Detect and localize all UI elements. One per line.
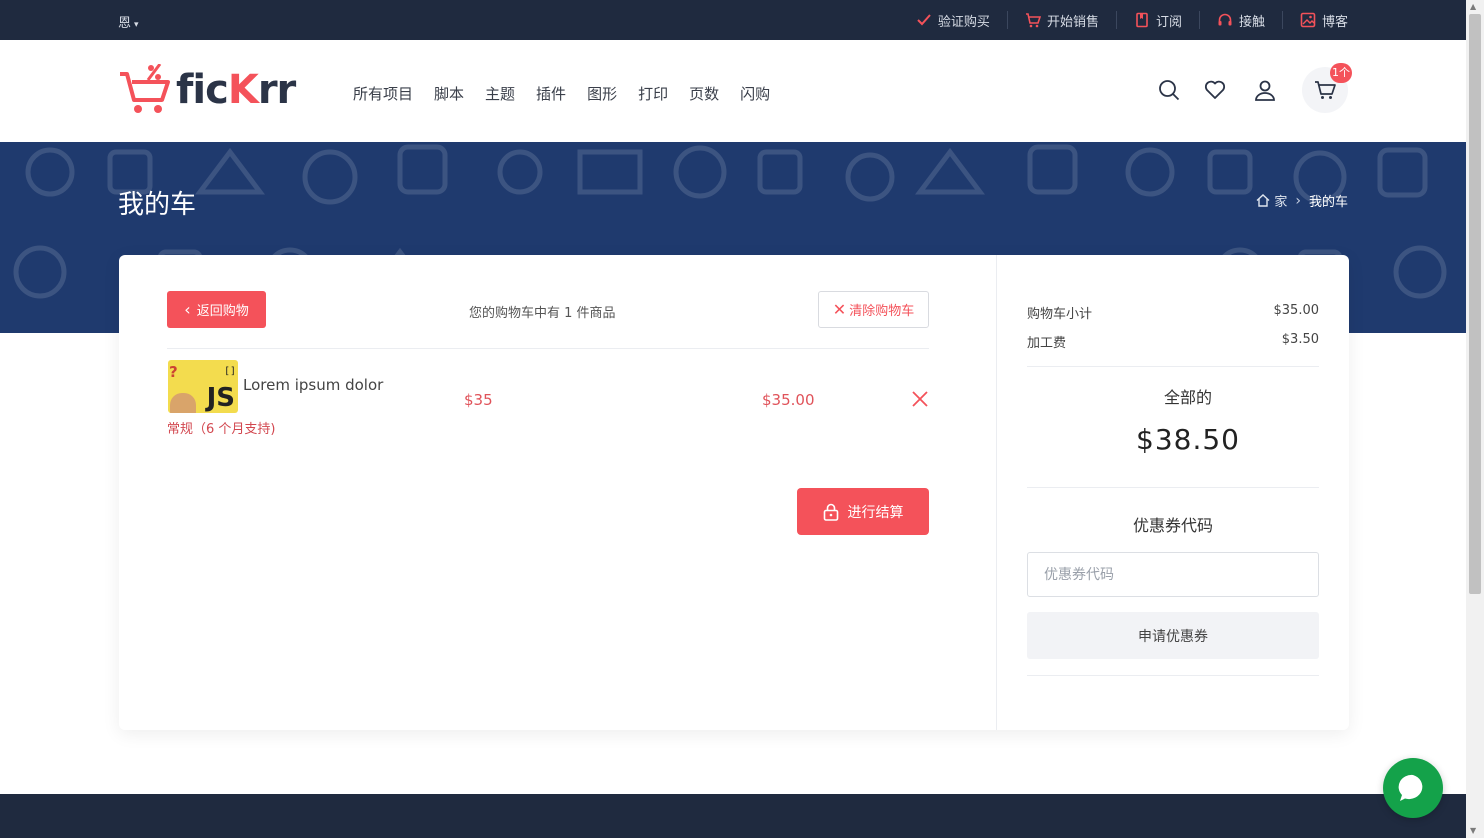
nav-print[interactable]: 打印 (638, 83, 668, 104)
cart-card: ‹ 返回购物 您的购物车中有 1 件商品 ✕ 清除购物车 ? [] JS Lor… (119, 255, 1349, 730)
cart-icon (1025, 13, 1041, 28)
item-thumbnail-label: JS (206, 383, 235, 413)
cart-count-text: 您的购物车中有 1 件商品 (469, 306, 616, 321)
remove-item-icon[interactable] (910, 389, 930, 409)
image-icon (1300, 12, 1316, 28)
caret-down-icon: ▾ (134, 20, 139, 30)
scroll-up-icon[interactable]: ▲ (1470, 2, 1476, 11)
nav-scripts[interactable]: 脚本 (434, 83, 464, 104)
header-actions: 1个 (1136, 63, 1352, 113)
main-nav: 所有项目 脚本 主题 插件 图形 打印 页数 闪购 (353, 83, 791, 104)
nav-plugins[interactable]: 插件 (536, 83, 566, 104)
fee-value: $3.50 (1281, 332, 1319, 347)
top-link-start-selling[interactable]: 开始销售 (1006, 11, 1116, 30)
total-label: 全部的 (1163, 388, 1212, 407)
chevron-left-icon: ‹ (184, 300, 191, 319)
heart-icon[interactable] (1202, 77, 1228, 103)
search-icon[interactable] (1156, 77, 1182, 103)
checkout-button[interactable]: 进行结算 (797, 488, 929, 535)
cart-button[interactable]: 1个 (1302, 63, 1352, 113)
clear-cart-button[interactable]: ✕ 清除购物车 (818, 291, 929, 328)
cart-count-badge: 1个 (1330, 63, 1352, 83)
item-price: $35 (464, 391, 493, 409)
bookmark-icon (1136, 12, 1148, 28)
breadcrumb-home[interactable]: 家 (1256, 191, 1287, 210)
subtotal-label: 购物车小计 (1027, 307, 1093, 322)
apply-coupon-button[interactable]: 申请优惠券 (1027, 612, 1319, 659)
page-title: 我的车 (118, 190, 197, 220)
divider (1027, 675, 1319, 676)
coupon-title: 优惠券代码 (1132, 516, 1213, 535)
coupon-input[interactable] (1027, 552, 1319, 597)
chevron-right-icon: › (1295, 192, 1301, 209)
top-link-label: 博客 (1321, 14, 1348, 30)
clear-cart-label: 清除购物车 (849, 304, 915, 319)
top-link-subscribe[interactable]: 订阅 (1115, 11, 1199, 30)
item-thumbnail[interactable]: ? [] JS (168, 360, 238, 413)
nav-graphics[interactable]: 图形 (587, 83, 617, 104)
subtotal-value: $35.00 (1273, 303, 1320, 318)
check-icon (917, 14, 931, 26)
top-link-label: 接触 (1238, 14, 1265, 30)
top-link-label: 开始销售 (1046, 14, 1099, 30)
site-footer (0, 794, 1466, 838)
divider (1027, 487, 1319, 488)
item-license: 常规（6 个月支持) (167, 422, 276, 437)
chat-button[interactable] (1383, 758, 1443, 818)
divider (167, 348, 929, 349)
fee-row: 加工费 $3.50 (1027, 332, 1319, 351)
site-header: ficKrr 所有项目 脚本 主题 插件 图形 打印 页数 闪购 1个 (0, 40, 1466, 142)
back-to-shop-label: 返回购物 (196, 304, 249, 319)
top-link-blog[interactable]: 博客 (1281, 11, 1348, 30)
breadcrumb-current: 我的车 (1308, 195, 1348, 210)
total-value: $38.50 (1136, 423, 1240, 456)
top-link-label: 订阅 (1155, 14, 1182, 30)
scroll-down-icon[interactable]: ▼ (1470, 826, 1476, 835)
top-link-verify-purchase[interactable]: 验证购买 (899, 11, 1007, 30)
top-links: 验证购买 开始销售 订阅 接触 博客 (899, 0, 1348, 40)
top-link-contact[interactable]: 接触 (1198, 11, 1282, 30)
subtotal-row: 购物车小计 $35.00 (1027, 303, 1319, 322)
order-summary-panel: 购物车小计 $35.00 加工费 $3.50 全部的 $38.50 优惠券代码 … (997, 255, 1349, 730)
logo-cart-icon (120, 64, 170, 113)
nav-flash-sale[interactable]: 闪购 (740, 83, 770, 104)
lock-icon (823, 503, 838, 521)
divider (1027, 366, 1319, 367)
cart-icon (1315, 81, 1336, 99)
headset-icon (1218, 13, 1232, 26)
top-bar: 恩 ▾ 验证购买 开始销售 订阅 接触 博客 (0, 0, 1466, 40)
back-to-shop-button[interactable]: ‹ 返回购物 (167, 291, 266, 328)
checkout-label: 进行结算 (847, 504, 904, 521)
close-icon: ✕ (832, 300, 847, 319)
nav-pages[interactable]: 页数 (689, 83, 719, 104)
user-icon[interactable] (1252, 77, 1278, 103)
chat-bubble-icon (1398, 774, 1423, 801)
language-label: 恩 (118, 16, 132, 31)
item-name[interactable]: Lorem ipsum dolor (243, 376, 383, 394)
scrollbar-thumb[interactable] (1469, 14, 1481, 594)
nav-all-items[interactable]: 所有项目 (353, 83, 413, 104)
logo-text: ficKrr (176, 67, 296, 113)
home-icon (1256, 194, 1270, 207)
breadcrumb: 家 › 我的车 (1256, 191, 1348, 210)
cart-items-panel: ‹ 返回购物 您的购物车中有 1 件商品 ✕ 清除购物车 ? [] JS Lor… (119, 255, 997, 730)
top-link-label: 验证购买 (937, 14, 990, 30)
fee-label: 加工费 (1027, 336, 1067, 351)
item-total: $35.00 (762, 391, 815, 409)
nav-themes[interactable]: 主题 (485, 83, 515, 104)
logo[interactable]: ficKrr (118, 64, 296, 116)
language-selector[interactable]: 恩 ▾ (118, 12, 139, 31)
